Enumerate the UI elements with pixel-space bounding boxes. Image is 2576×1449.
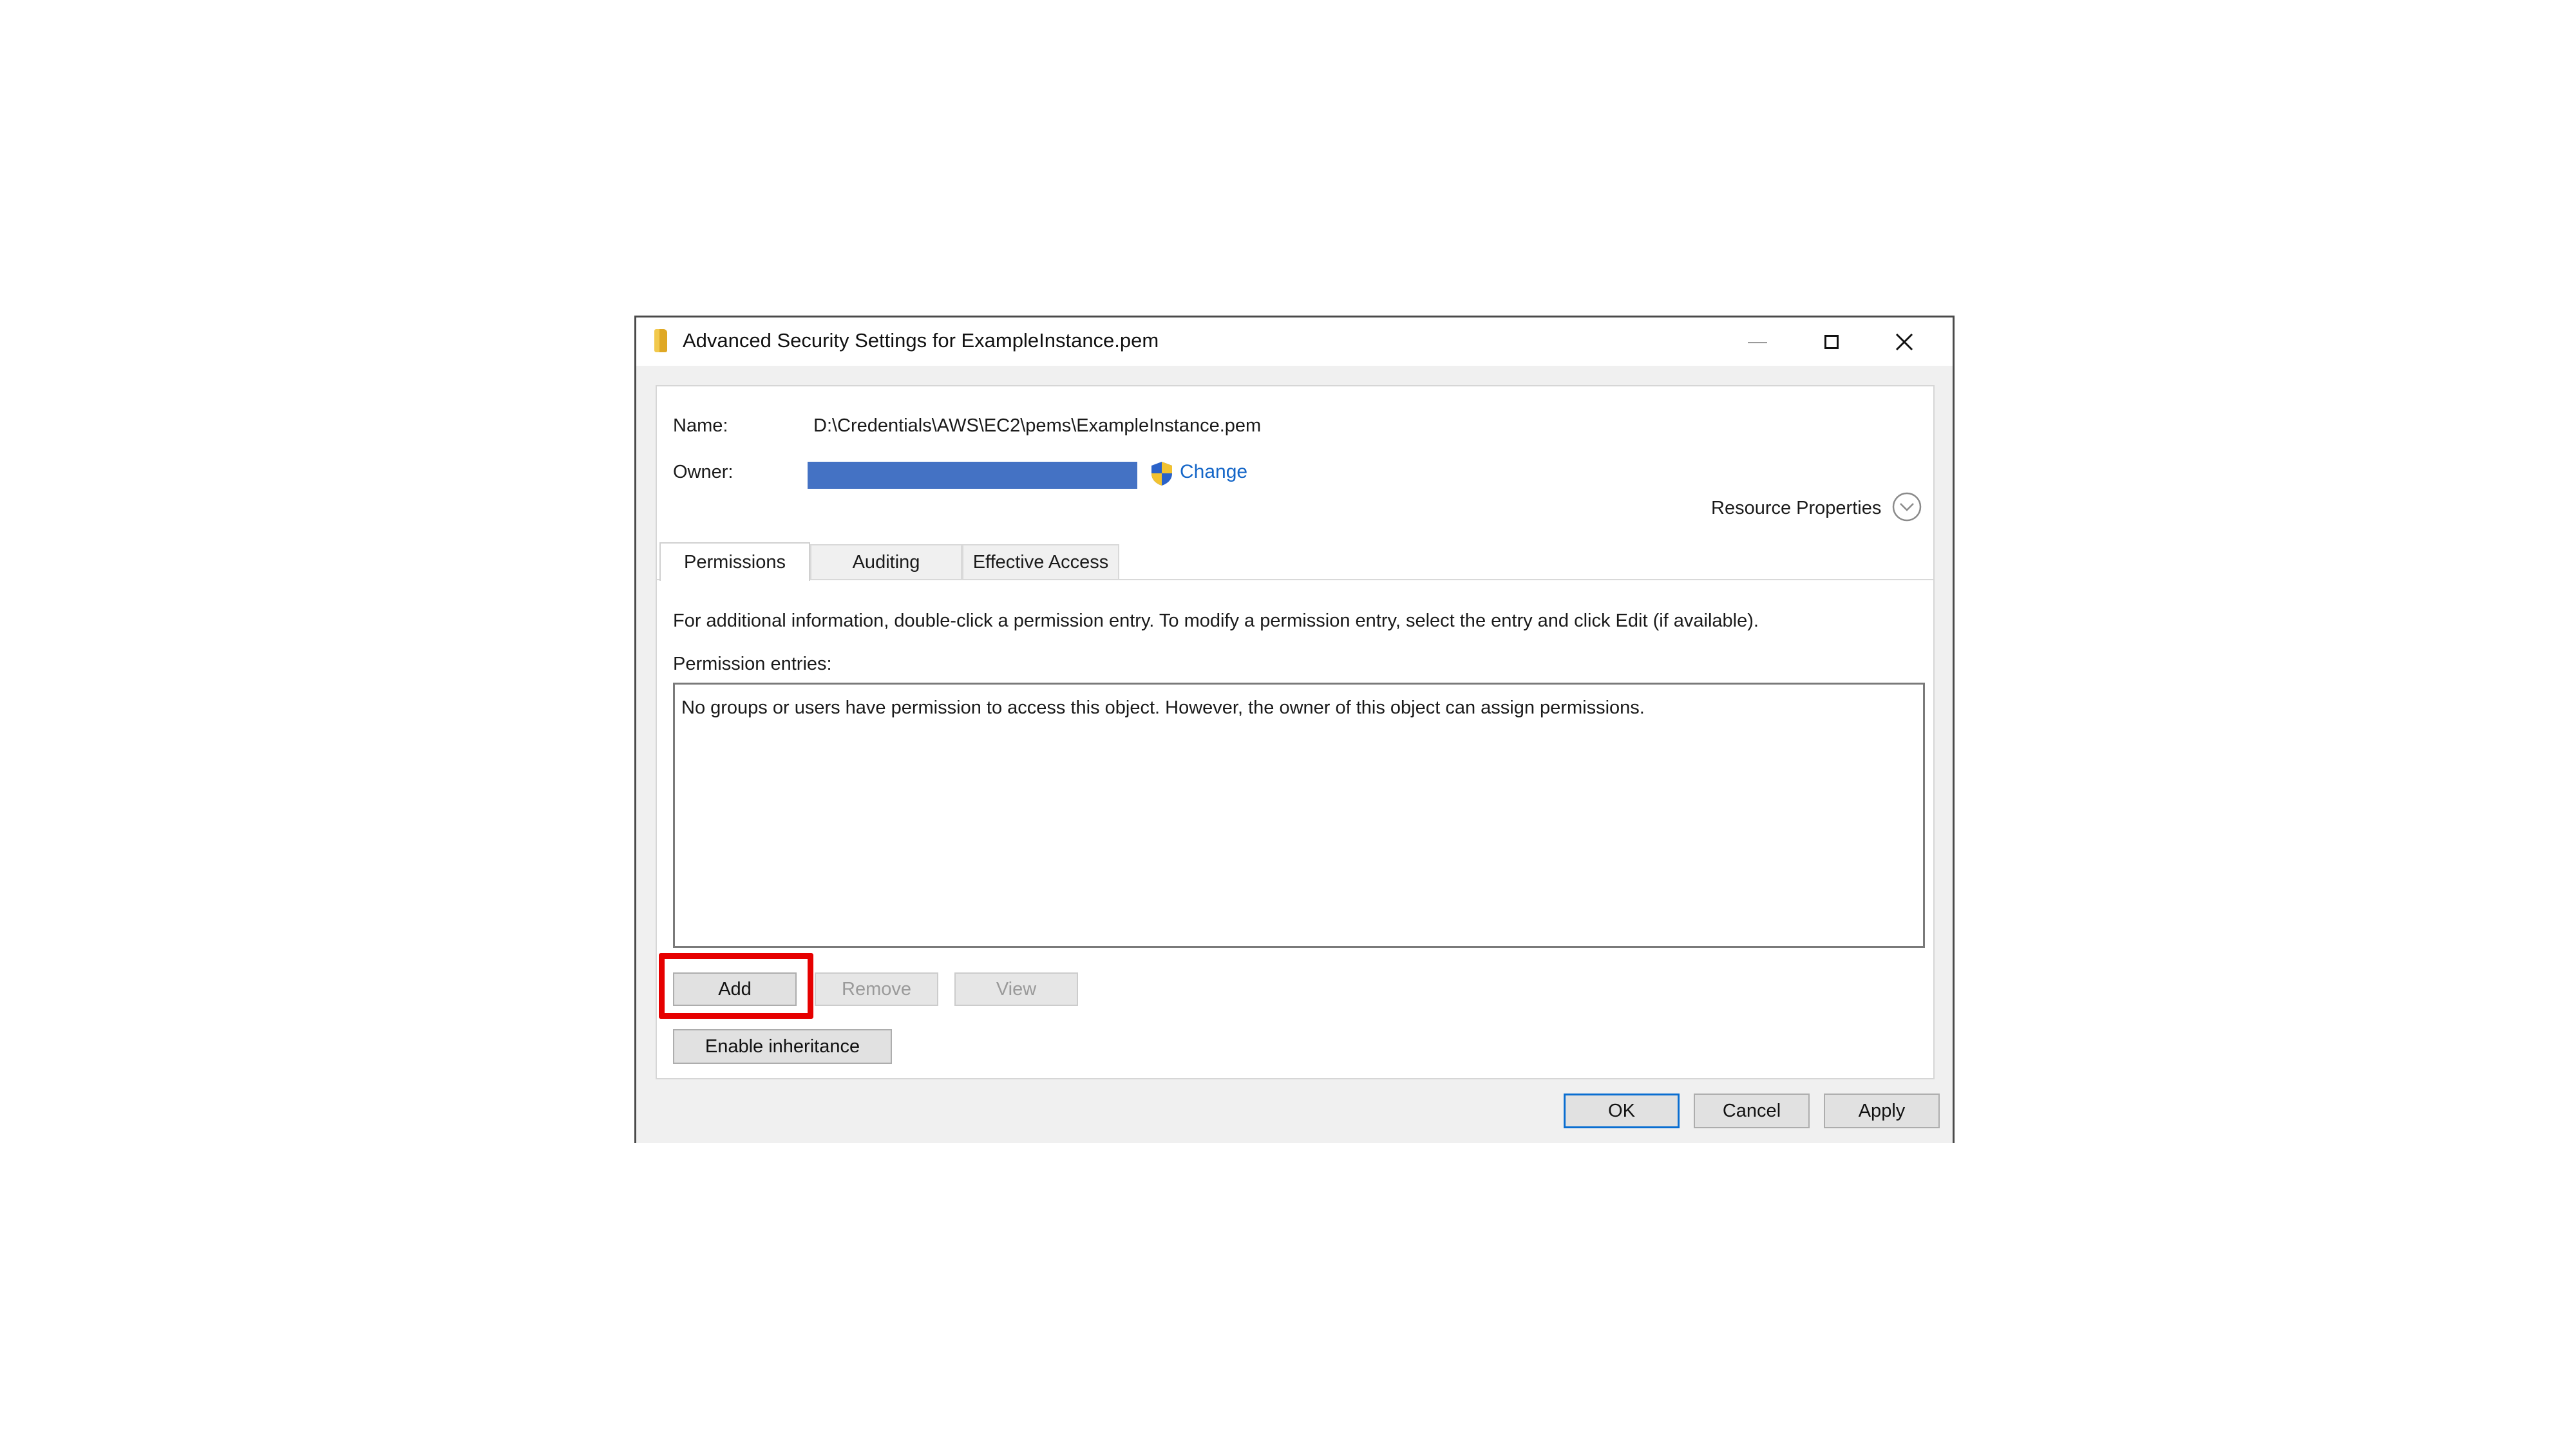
permission-entries-list[interactable]: No groups or users have permission to ac… bbox=[673, 683, 1925, 948]
owner-label: Owner: bbox=[673, 462, 734, 482]
tab-permissions[interactable]: Permissions bbox=[659, 542, 810, 581]
owner-value-redacted bbox=[808, 462, 1137, 489]
add-button-highlight-box bbox=[659, 953, 813, 1019]
change-owner-link[interactable]: Change bbox=[1180, 461, 1247, 483]
apply-button[interactable]: Apply bbox=[1824, 1094, 1940, 1128]
uac-shield-icon bbox=[1151, 462, 1172, 486]
tab-strip-divider bbox=[657, 579, 1933, 580]
view-button[interactable]: View bbox=[954, 972, 1078, 1006]
name-value: D:\Credentials\AWS\EC2\pems\ExampleInsta… bbox=[813, 415, 1262, 436]
advanced-security-settings-window: Advanced Security Settings for ExampleIn… bbox=[634, 316, 1955, 1143]
resource-properties-toggle[interactable]: Resource Properties bbox=[1711, 498, 1881, 519]
close-button[interactable] bbox=[1868, 317, 1940, 366]
security-content-panel: Name: D:\Credentials\AWS\EC2\pems\Exampl… bbox=[656, 385, 1935, 1079]
maximize-icon bbox=[1824, 334, 1839, 349]
remove-button[interactable]: Remove bbox=[815, 972, 938, 1006]
cancel-button[interactable]: Cancel bbox=[1694, 1094, 1810, 1128]
minimize-button[interactable] bbox=[1721, 317, 1794, 366]
minimize-icon bbox=[1748, 341, 1767, 343]
maximize-button[interactable] bbox=[1795, 317, 1868, 366]
enable-inheritance-button[interactable]: Enable inheritance bbox=[673, 1029, 892, 1064]
window-title: Advanced Security Settings for ExampleIn… bbox=[683, 329, 1159, 352]
tab-auditing[interactable]: Auditing bbox=[810, 544, 962, 579]
name-label: Name: bbox=[673, 415, 728, 436]
permissions-info-text: For additional information, double-click… bbox=[673, 611, 1759, 631]
empty-permissions-message: No groups or users have permission to ac… bbox=[681, 697, 1645, 718]
permission-entries-label: Permission entries: bbox=[673, 654, 832, 674]
ok-button[interactable]: OK bbox=[1564, 1094, 1680, 1128]
tab-effective-access[interactable]: Effective Access bbox=[962, 544, 1119, 579]
close-icon bbox=[1895, 333, 1913, 350]
chevron-down-icon[interactable] bbox=[1891, 491, 1922, 522]
title-bar[interactable]: Advanced Security Settings for ExampleIn… bbox=[636, 317, 1953, 366]
folder-icon bbox=[654, 329, 667, 352]
